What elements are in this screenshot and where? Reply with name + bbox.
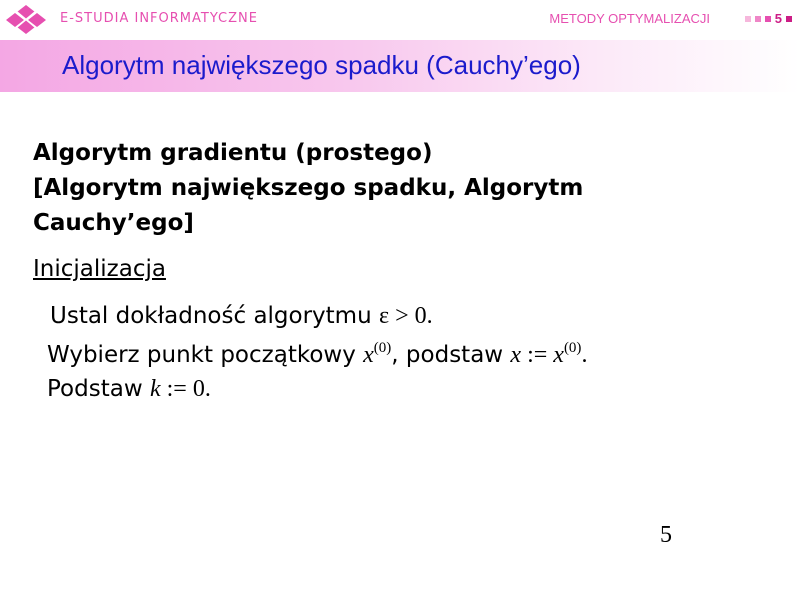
slide-heading: Algorytm gradientu (prostego) [Algorytm …: [33, 136, 753, 241]
step-1-math: > 0.: [389, 303, 433, 329]
var-x: x: [510, 342, 522, 368]
course-name: METODY OPTYMALIZACJI: [549, 11, 710, 26]
period: .: [581, 342, 588, 368]
indicator-square: [764, 15, 771, 22]
step-1-text: Ustal dokładność algorytmu: [50, 303, 379, 329]
page-number: 5: [660, 522, 672, 548]
step-2-text-a: Wybierz punkt początkowy: [47, 342, 364, 368]
var-x: x: [363, 342, 374, 368]
heading-line-1: Algorytm gradientu (prostego): [33, 140, 433, 166]
step-3-math: := 0.: [160, 376, 211, 402]
brand-name: E-STUDIA INFORMATYCZNE: [60, 11, 258, 26]
slide-header: E-STUDIA INFORMATYCZNE METODY OPTYMALIZA…: [0, 0, 800, 40]
logo-icon: [6, 5, 46, 34]
indicator-square: [786, 15, 792, 22]
indicator-square: [744, 15, 751, 22]
step-line-3: Podstaw k := 0.: [47, 376, 211, 403]
step-2-text-b: , podstaw: [391, 342, 511, 368]
initialization-label: Inicjalizacja: [33, 256, 166, 282]
slide-title: Algorytm największego spadku (Cauchy’ego…: [62, 50, 581, 80]
var-k: k: [149, 376, 161, 402]
assign-operator: :=: [521, 342, 554, 368]
superscript: (0): [563, 340, 582, 356]
step-line-2: Wybierz punkt początkowy x(0), podstaw x…: [47, 340, 587, 369]
step-3-text: Podstaw: [47, 376, 150, 402]
slide-indicator: 5: [744, 11, 792, 26]
epsilon-symbol: ε: [378, 303, 390, 329]
heading-line-3: Cauchy’ego]: [33, 210, 194, 236]
header-slide-number: 5: [774, 11, 782, 26]
var-x: x: [553, 342, 564, 368]
title-band: Algorytm największego spadku (Cauchy’ego…: [0, 40, 800, 92]
step-line-1: Ustal dokładność algorytmu ε > 0.: [50, 303, 433, 330]
indicator-square: [754, 15, 761, 22]
heading-line-2: [Algorytm największego spadku, Algorytm: [33, 175, 584, 201]
superscript: (0): [373, 340, 392, 356]
